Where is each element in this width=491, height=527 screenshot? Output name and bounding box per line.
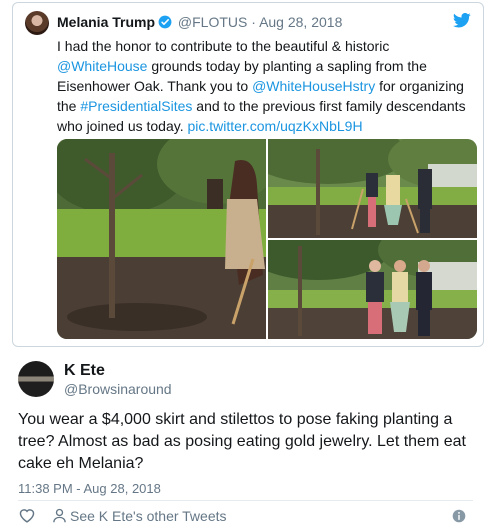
divider: [18, 500, 473, 501]
photo-group-posing-image: [268, 240, 477, 339]
photo-planting-closeup-image: [57, 139, 266, 339]
reply-author-name[interactable]: K Ete: [64, 361, 105, 381]
photo-group-shoveling-image: [268, 139, 477, 238]
person-icon: [53, 508, 66, 523]
see-other-tweets-link[interactable]: See K Ete's other Tweets: [70, 508, 227, 524]
tweet-media-grid: [57, 139, 477, 339]
reply-tweet: K Ete @Browsinaround You wear a $4,000 s…: [0, 347, 491, 527]
photo-group-posing[interactable]: [268, 240, 477, 339]
tweet-actions: See K Ete's other Tweets: [18, 507, 478, 527]
quoted-tweet-header: Melania Trump @FLOTUS · Aug 28, 2018: [57, 13, 342, 31]
k-ete-avatar[interactable]: [18, 361, 54, 397]
melania-avatar[interactable]: [25, 11, 49, 35]
pic-link[interactable]: pic.twitter.com/uqzKxNbL9H: [188, 118, 363, 134]
tweet-date[interactable]: Aug 28, 2018: [259, 14, 342, 30]
reply-tweet-text: You wear a $4,000 skirt and stilettos to…: [18, 411, 466, 472]
mention-whitehousehstry-link[interactable]: @WhiteHouseHstry: [252, 78, 375, 94]
header-separator: ·: [251, 14, 256, 30]
hashtag-link[interactable]: #PresidentialSites: [80, 98, 192, 114]
reply-timestamp[interactable]: 11:38 PM - Aug 28, 2018: [18, 481, 161, 496]
author-handle[interactable]: @FLOTUS: [178, 14, 247, 30]
tweet-text-part: I had the honor to contribute to the bea…: [57, 38, 390, 54]
quoted-tweet-text: I had the honor to contribute to the bea…: [57, 36, 477, 136]
info-icon[interactable]: [452, 509, 466, 523]
verified-badge-icon: [158, 15, 172, 29]
photo-group-shoveling[interactable]: [268, 139, 477, 238]
quoted-tweet-card[interactable]: Melania Trump @FLOTUS · Aug 28, 2018 I h…: [12, 2, 484, 347]
mention-whitehouse-link[interactable]: @WhiteHouse: [57, 58, 147, 74]
twitter-bird-icon[interactable]: [453, 13, 471, 28]
heart-icon[interactable]: [18, 507, 36, 523]
author-name[interactable]: Melania Trump: [57, 14, 155, 30]
photo-planting-closeup[interactable]: [57, 139, 266, 339]
reply-author-handle[interactable]: @Browsinaround: [64, 380, 172, 398]
